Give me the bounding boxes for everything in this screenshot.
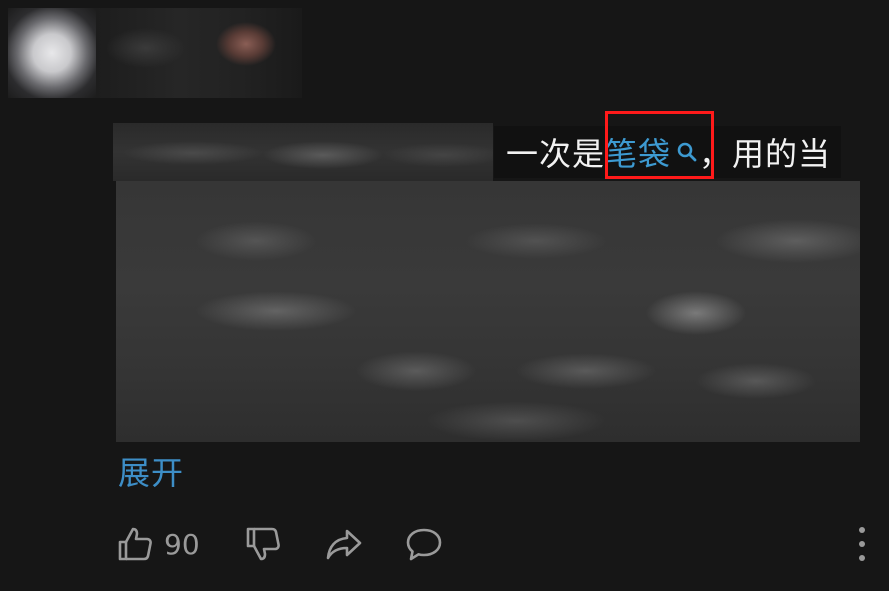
comment-body-blurred: [116, 181, 860, 442]
like-count: 90: [164, 527, 200, 561]
comment-text-blurred-start: [113, 123, 493, 181]
avatar[interactable]: [8, 8, 96, 98]
username-blurred[interactable]: [96, 8, 302, 98]
thumbs-down-icon: [246, 527, 280, 561]
comment-card: 一次是 笔袋 ，用的当 展开 90: [0, 0, 889, 591]
share-icon: [326, 529, 361, 560]
comment-text-before: 一次是: [506, 135, 606, 173]
dislike-button[interactable]: [244, 525, 282, 563]
like-button[interactable]: 90: [116, 525, 200, 563]
reply-button[interactable]: [404, 525, 444, 563]
thumbs-up-icon: [118, 527, 152, 561]
more-vertical-icon[interactable]: [852, 522, 872, 566]
keyword-highlight-box: [605, 111, 714, 179]
reply-icon: [406, 528, 441, 561]
comment-text-after: ，用的当: [699, 135, 832, 173]
expand-button[interactable]: 展开: [118, 448, 184, 494]
share-button[interactable]: [324, 525, 364, 563]
comment-actions: 90: [116, 520, 444, 568]
